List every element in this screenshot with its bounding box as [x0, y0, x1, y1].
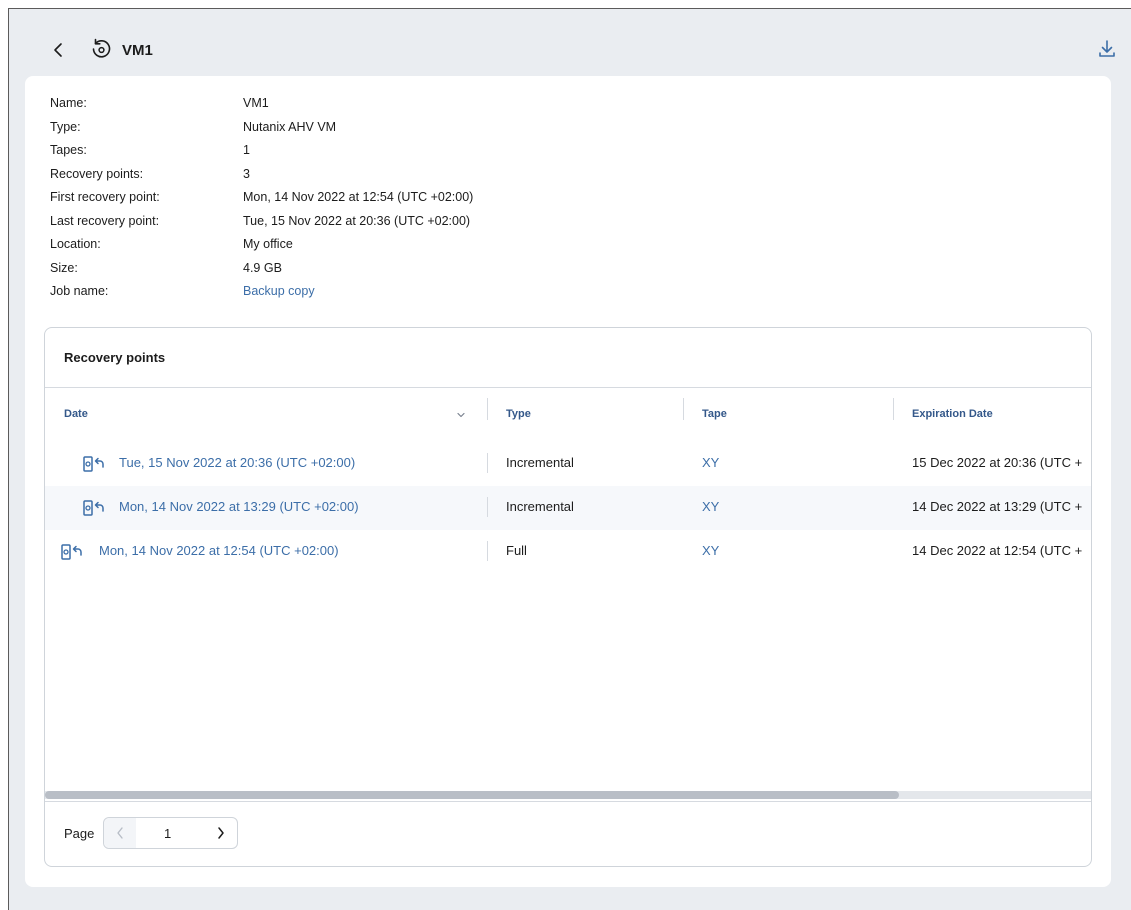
pagination-control: 1 — [103, 817, 238, 849]
property-label: First recovery point: — [50, 190, 160, 204]
back-button[interactable] — [49, 39, 67, 61]
table-row[interactable]: Mon, 14 Nov 2022 at 13:29 (UTC +02:00) I… — [45, 486, 1091, 530]
property-value: My office — [243, 237, 293, 251]
divider — [45, 801, 1091, 802]
recovery-point-date-link[interactable]: Tue, 15 Nov 2022 at 20:36 (UTC +02:00) — [119, 455, 355, 470]
column-header-type[interactable]: Type — [506, 408, 531, 420]
recovery-point-tape: XY — [702, 543, 720, 558]
recovery-points-title: Recovery points — [64, 350, 166, 365]
recovery-point-expiration: 14 Dec 2022 at 13:29 (UTC + — [912, 499, 1083, 514]
divider — [45, 387, 1091, 388]
chevron-left-icon — [117, 827, 123, 839]
previous-page-button[interactable] — [104, 818, 136, 848]
property-value: Tue, 15 Nov 2022 at 20:36 (UTC +02:00) — [243, 213, 471, 228]
column-divider — [487, 453, 488, 473]
column-header-date[interactable]: Date — [64, 408, 88, 420]
horizontal-scrollbar[interactable] — [45, 791, 1091, 799]
column-header-expiration-date[interactable]: Expiration Date — [912, 408, 993, 420]
table-row[interactable]: Tue, 15 Nov 2022 at 20:36 (UTC +02:00) I… — [45, 442, 1091, 486]
table-row[interactable]: Mon, 14 Nov 2022 at 12:54 (UTC +02:00) F… — [45, 530, 1091, 574]
column-divider[interactable] — [893, 398, 894, 420]
recovery-point-type: Full — [506, 543, 527, 558]
chevron-right-icon — [218, 827, 224, 839]
property-label: Last recovery point: — [50, 213, 160, 228]
page-title: VM1 — [122, 42, 153, 59]
column-divider — [487, 541, 488, 561]
next-page-button[interactable] — [205, 818, 237, 848]
current-page-number[interactable]: 1 — [164, 826, 171, 841]
recovery-points-panel: Recovery points Date Type Tape Expiratio… — [44, 327, 1092, 867]
scrollbar-thumb[interactable] — [45, 791, 899, 799]
property-value: 3 — [243, 166, 250, 181]
recovery-point-type: Incremental — [506, 499, 574, 514]
tape-restore-icon — [83, 500, 104, 516]
property-value: Mon, 14 Nov 2022 at 12:54 (UTC +02:00) — [243, 190, 474, 204]
property-label: Recovery points: — [50, 166, 144, 181]
column-divider[interactable] — [683, 398, 684, 420]
tape-restore-icon — [61, 544, 82, 560]
property-label: Job name: — [50, 284, 109, 298]
property-value: Nutanix AHV VM — [243, 119, 337, 134]
property-label: Location: — [50, 237, 101, 251]
column-divider[interactable] — [487, 398, 488, 420]
column-divider — [487, 497, 488, 517]
chevron-down-icon[interactable] — [456, 411, 466, 419]
tape-restore-icon — [83, 456, 104, 472]
recovery-point-expiration: 14 Dec 2022 at 12:54 (UTC + — [912, 543, 1083, 558]
property-label: Tapes: — [50, 143, 87, 157]
property-value: 4.9 GB — [243, 260, 282, 275]
job-name-link[interactable]: Backup copy — [243, 284, 315, 298]
chevron-left-icon — [54, 43, 62, 57]
property-value: VM1 — [243, 96, 269, 110]
recovery-point-expiration: 15 Dec 2022 at 20:36 (UTC + — [912, 455, 1083, 470]
column-header-tape[interactable]: Tape — [702, 408, 727, 420]
recovery-point-tape: XY — [702, 499, 720, 514]
property-label: Name: — [50, 96, 87, 110]
recovery-point-tape: XY — [702, 455, 720, 470]
property-label: Size: — [50, 260, 78, 275]
page-header: VM1 — [9, 9, 1131, 85]
property-label: Type: — [50, 119, 81, 134]
restore-circle-icon — [92, 38, 111, 58]
recovery-point-date-link[interactable]: Mon, 14 Nov 2022 at 13:29 (UTC +02:00) — [119, 499, 359, 514]
recovery-point-type: Incremental — [506, 455, 574, 470]
recovery-point-date-link[interactable]: Mon, 14 Nov 2022 at 12:54 (UTC +02:00) — [99, 543, 339, 558]
download-button[interactable] — [1095, 37, 1119, 61]
property-value: 1 — [243, 143, 250, 157]
pagination-label: Page — [64, 826, 95, 841]
download-icon — [1099, 40, 1115, 57]
